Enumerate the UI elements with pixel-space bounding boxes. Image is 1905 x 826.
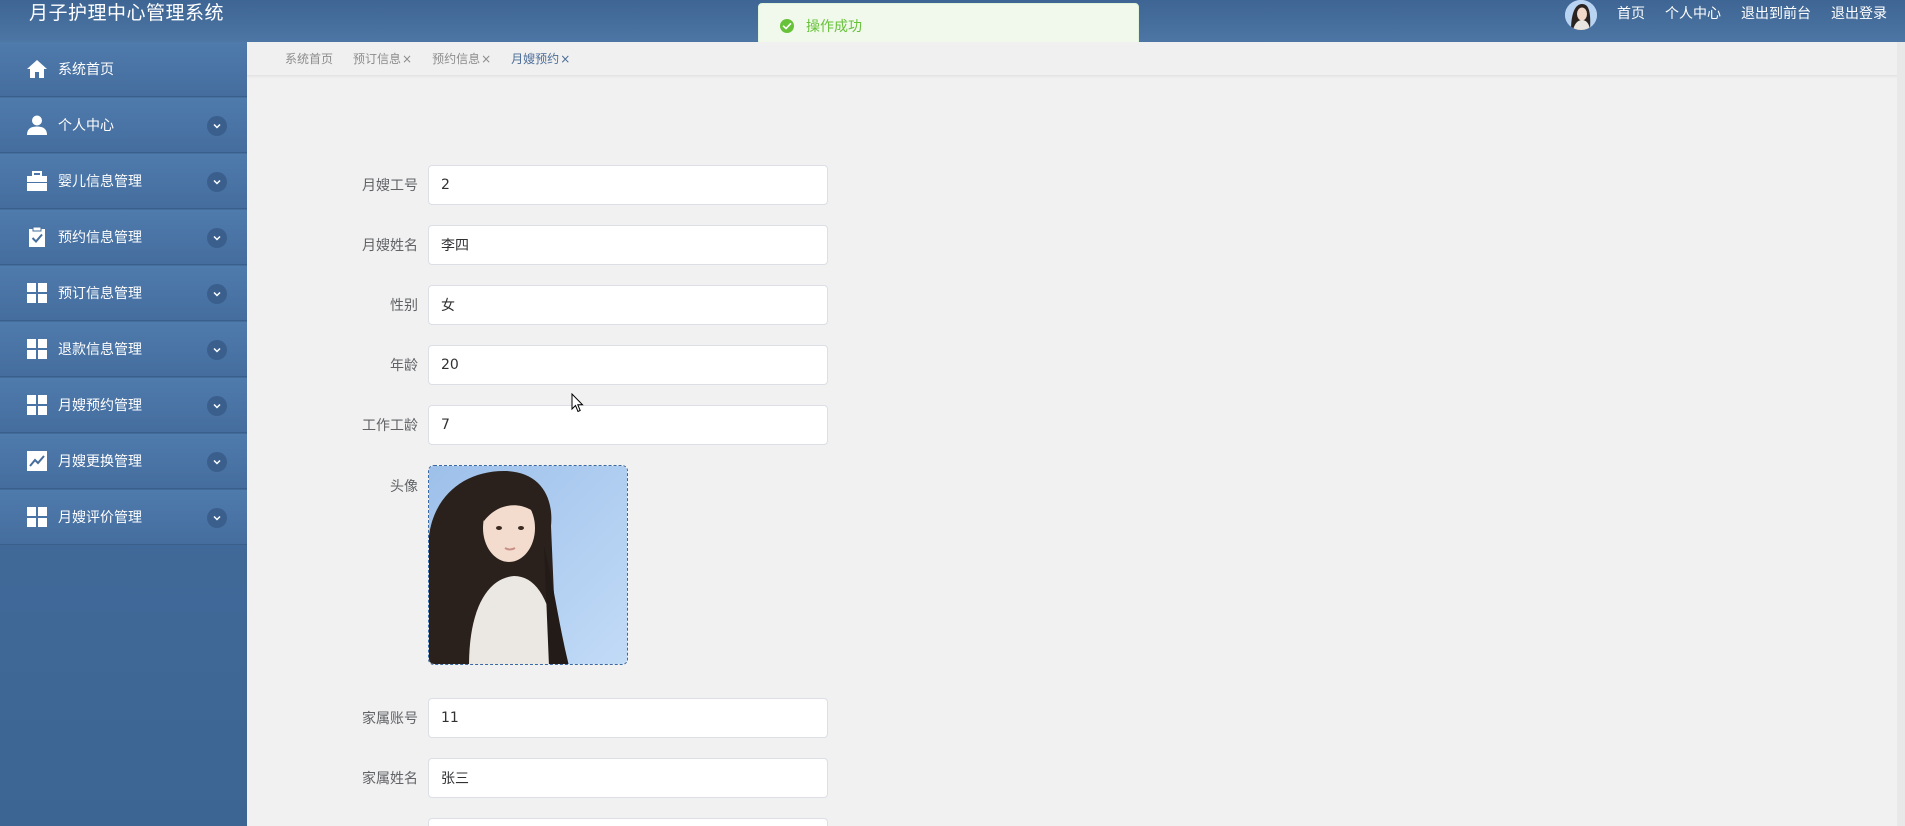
- close-icon[interactable]: ×: [481, 52, 491, 66]
- toast-message: 操作成功: [806, 19, 862, 35]
- gender-label: 性别: [390, 298, 418, 314]
- chevron-down-icon[interactable]: [207, 228, 227, 248]
- chevron-down-icon[interactable]: [207, 508, 227, 528]
- nav-frontend-link[interactable]: 退出到前台: [1741, 3, 1811, 23]
- sidebar-item-refund[interactable]: 退款信息管理: [0, 322, 247, 377]
- form-row-family-name: 家属姓名: [340, 758, 828, 798]
- form-row-nanny-id: 月嫂工号: [340, 165, 828, 205]
- nanny-id-label: 月嫂工号: [362, 178, 418, 194]
- close-icon[interactable]: ×: [560, 52, 570, 66]
- tab-label: 预约信息: [432, 52, 481, 66]
- nav-home-link[interactable]: 首页: [1617, 3, 1645, 23]
- sidebar-item-nanny-appointment[interactable]: 月嫂预约管理: [0, 378, 247, 433]
- sidebar-item-nanny-review[interactable]: 月嫂评价管理: [0, 490, 247, 545]
- sidebar-item-nanny-change[interactable]: 月嫂更换管理: [0, 434, 247, 489]
- sidebar-item-home[interactable]: 系统首页: [0, 42, 247, 97]
- family-name-input[interactable]: [428, 758, 828, 798]
- age-input[interactable]: [428, 345, 828, 385]
- chevron-down-icon[interactable]: [207, 396, 227, 416]
- form-row-next: [340, 818, 828, 826]
- tab-label: 预订信息: [353, 52, 402, 66]
- user-avatar[interactable]: [1565, 0, 1597, 30]
- chevron-down-icon[interactable]: [207, 116, 227, 136]
- mouse-cursor-icon: [571, 393, 584, 413]
- form-row-avatar: 头像: [340, 465, 628, 665]
- work-years-input[interactable]: [428, 405, 828, 445]
- user-icon: [25, 113, 49, 137]
- sidebar-item-label: 婴儿信息管理: [58, 174, 142, 190]
- sidebar-item-baby-info[interactable]: 婴儿信息管理: [0, 154, 247, 209]
- page-scrollbar[interactable]: [1897, 42, 1905, 826]
- nanny-name-label: 月嫂姓名: [362, 238, 418, 254]
- sidebar-item-label: 系统首页: [58, 62, 114, 78]
- app-title: 月子护理中心管理系统: [29, 2, 225, 24]
- chevron-down-icon[interactable]: [207, 340, 227, 360]
- sidebar-item-label: 个人中心: [58, 118, 114, 134]
- avatar-label: 头像: [390, 479, 418, 495]
- sidebar-item-booking[interactable]: 预订信息管理: [0, 266, 247, 321]
- age-label: 年龄: [390, 358, 418, 374]
- form-row-gender: 性别: [340, 285, 828, 325]
- nav-profile-link[interactable]: 个人中心: [1665, 3, 1721, 23]
- sidebar-item-label: 月嫂评价管理: [58, 510, 142, 526]
- gender-input[interactable]: [428, 285, 828, 325]
- avatar-upload[interactable]: [428, 465, 628, 665]
- grid-icon: [25, 393, 49, 417]
- home-icon: [25, 57, 49, 81]
- form-row-age: 年龄: [340, 345, 828, 385]
- check-circle-icon: [780, 19, 794, 33]
- chevron-down-icon[interactable]: [207, 172, 227, 192]
- tab-label: 系统首页: [285, 52, 334, 66]
- sidebar-item-label: 退款信息管理: [58, 342, 142, 358]
- nanny-name-input[interactable]: [428, 225, 828, 265]
- header-nav: 首页 个人中心 退出到前台 退出登录: [1617, 3, 1887, 23]
- chevron-down-icon[interactable]: [207, 284, 227, 304]
- sidebar-item-label: 月嫂更换管理: [58, 454, 142, 470]
- sidebar-item-label: 预订信息管理: [58, 286, 142, 302]
- sidebar-item-appointment[interactable]: 预约信息管理: [0, 210, 247, 265]
- chevron-down-icon[interactable]: [207, 452, 227, 472]
- tab-appointment-info[interactable]: 预约信息×: [432, 50, 491, 67]
- grid-icon: [25, 505, 49, 529]
- tab-bar: 系统首页 预订信息× 预约信息× 月嫂预约×: [247, 42, 1905, 76]
- tab-dashboard[interactable]: 系统首页: [285, 50, 333, 67]
- next-field-input[interactable]: [428, 818, 828, 826]
- sidebar-item-profile[interactable]: 个人中心: [0, 98, 247, 153]
- chart-line-icon: [25, 449, 49, 473]
- grid-icon: [25, 281, 49, 305]
- work-years-label: 工作工龄: [362, 418, 418, 434]
- tab-booking-info[interactable]: 预订信息×: [353, 50, 412, 67]
- sidebar-item-label: 预约信息管理: [58, 230, 142, 246]
- close-icon[interactable]: ×: [402, 52, 412, 66]
- family-account-input[interactable]: [428, 698, 828, 738]
- portrait-image: [429, 466, 627, 664]
- grid-icon: [25, 337, 49, 361]
- tab-nanny-appointment[interactable]: 月嫂预约×: [511, 50, 570, 67]
- form-row-nanny-name: 月嫂姓名: [340, 225, 828, 265]
- nav-logout-link[interactable]: 退出登录: [1831, 3, 1887, 23]
- briefcase-icon: [25, 169, 49, 193]
- tab-label: 月嫂预约: [511, 52, 560, 66]
- sidebar: 系统首页 个人中心 婴儿信息管理 预约信息管理 预订信息管理 退款信息管理 月嫂…: [0, 42, 247, 826]
- nanny-id-input[interactable]: [428, 165, 828, 205]
- family-account-label: 家属账号: [362, 711, 418, 727]
- family-name-label: 家属姓名: [362, 771, 418, 787]
- clipboard-check-icon: [25, 225, 49, 249]
- sidebar-item-label: 月嫂预约管理: [58, 398, 142, 414]
- form-row-family-account: 家属账号: [340, 698, 828, 738]
